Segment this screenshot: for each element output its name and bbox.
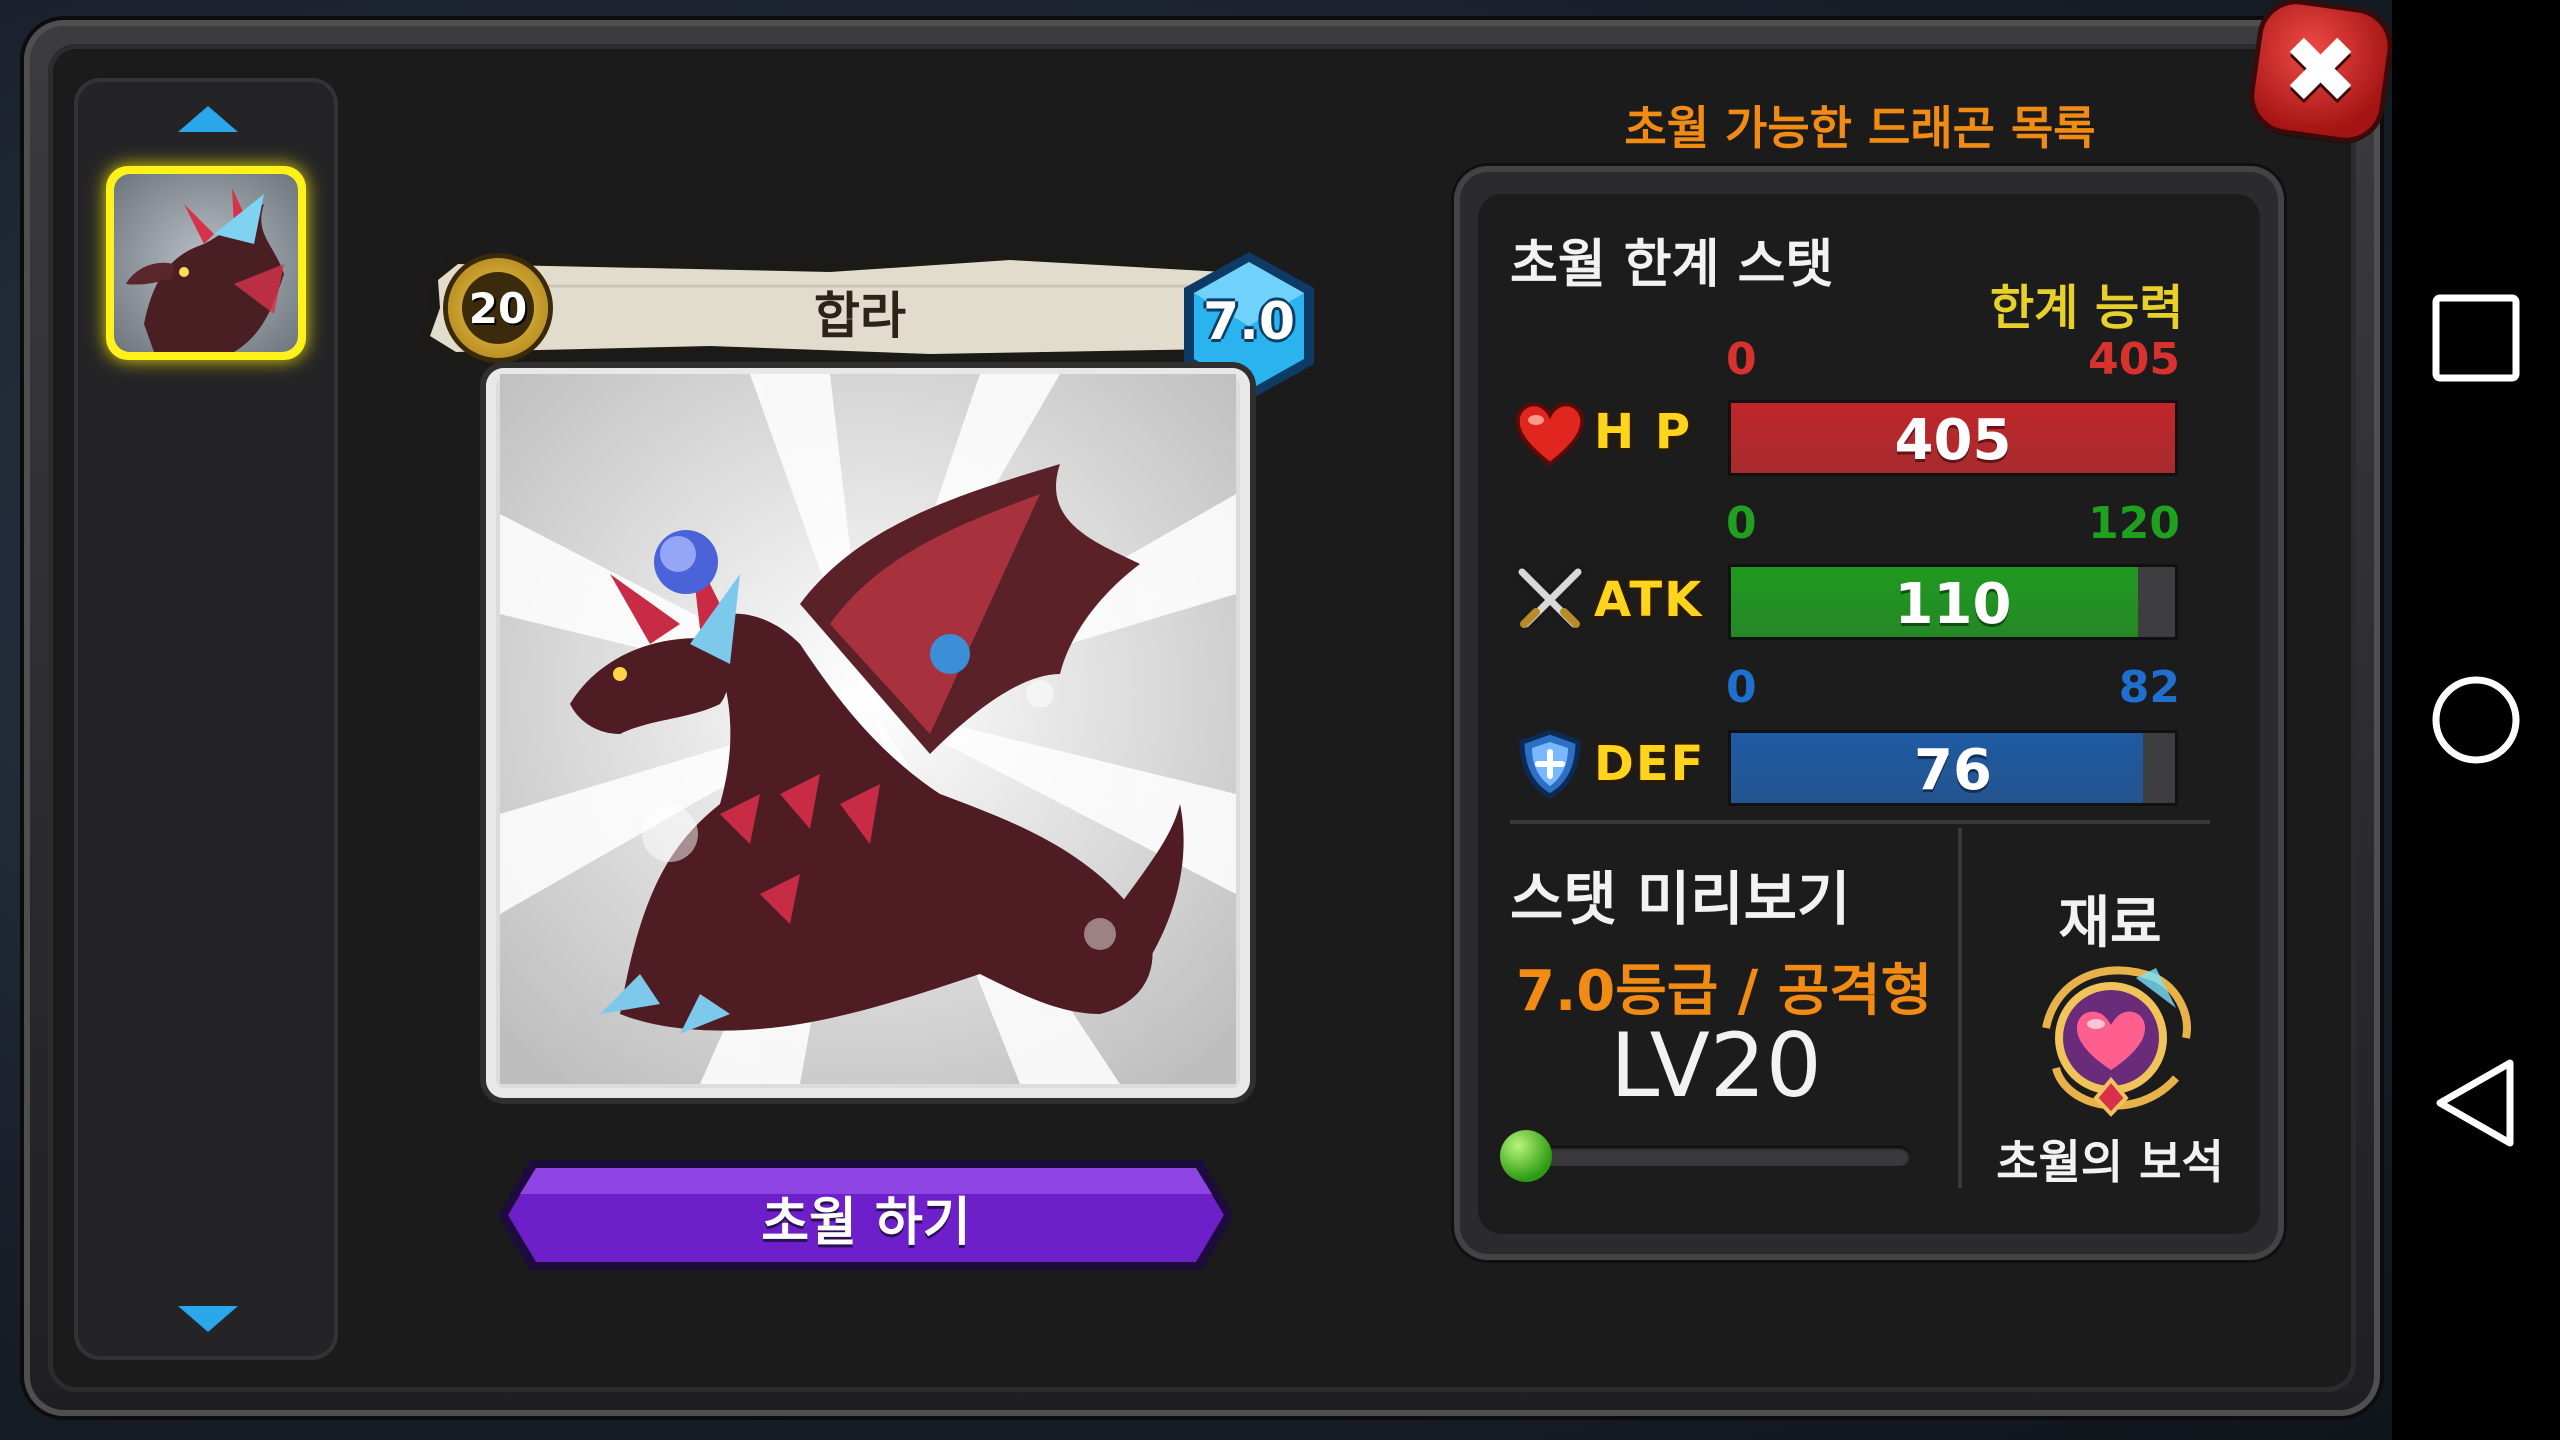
square-icon [2432,294,2520,382]
scroll-down-arrow-icon[interactable] [178,1306,238,1332]
system-navigation-bar [2392,0,2560,1440]
recent-apps-button[interactable] [2426,288,2526,388]
preview-divider [1958,828,1962,1188]
transcend-button-label: 초월 하기 [761,1193,971,1253]
hp-max: 405 [2088,334,2180,385]
dragon-list-panel [74,78,338,1360]
limit-stats-title: 초월 한계 스탯 [1510,235,1834,295]
exp-progress-track [1508,1146,1910,1166]
stats-divider [1510,820,2210,824]
def-value: 76 [1914,738,1992,803]
close-icon: ✖ [2282,17,2360,124]
atk-min: 0 [1726,498,1757,549]
dragon-portrait-frame [486,368,1250,1098]
hp-min: 0 [1726,334,1757,385]
atk-value: 110 [1894,572,2012,637]
dragon-name: 합라 [814,287,906,345]
stat-preview-title: 스탯 미리보기 [1510,865,1851,933]
limit-ability-label: 한계 능력 [1990,280,2184,336]
def-bar: 76 [1728,730,2178,806]
dragon-portrait-icon [500,374,1236,1084]
circle-icon [2432,676,2520,764]
back-button[interactable] [2426,1053,2526,1153]
dragon-thumb-icon [126,188,284,352]
dragon-thumbnail [114,174,298,352]
dragon-list-item[interactable] [106,166,306,360]
def-min: 0 [1726,662,1757,713]
def-label: DEF [1594,736,1706,792]
transcendable-list-title: 초월 가능한 드래곤 목록 [1624,101,2096,155]
crossed-swords-icon [1515,565,1585,631]
grade-value: 7.0 [1202,292,1296,352]
game-screen: ✖ 20 합라 7.0 초월 하기 초월 가능한 드래곤 목록 초월 한계 스탯… [0,0,2560,1440]
hp-value: 405 [1894,408,2012,473]
scroll-up-arrow-icon[interactable] [178,106,238,132]
level-badge-inner: 20 [462,272,534,344]
hp-bar: 405 [1728,400,2178,476]
level-text: 20 [468,283,528,333]
home-button[interactable] [2426,670,2526,770]
level-badge: 20 [448,258,548,358]
gem-icon [2042,966,2191,1117]
preview-level: LV20 [1610,1014,1822,1117]
exp-progress-knob [1500,1130,1552,1182]
atk-max: 120 [2088,498,2180,549]
def-max: 82 [2118,662,2180,713]
heart-icon [1515,402,1585,467]
hp-label: H P [1594,404,1693,460]
close-button[interactable]: ✖ [2249,0,2393,143]
material-name: 초월의 보석 [1996,1135,2224,1189]
atk-bar: 110 [1728,564,2178,640]
shield-icon [1519,729,1581,799]
triangle-back-icon [2436,1059,2514,1147]
material-title: 재료 [2058,891,2162,956]
atk-label: ATK [1594,572,1704,628]
